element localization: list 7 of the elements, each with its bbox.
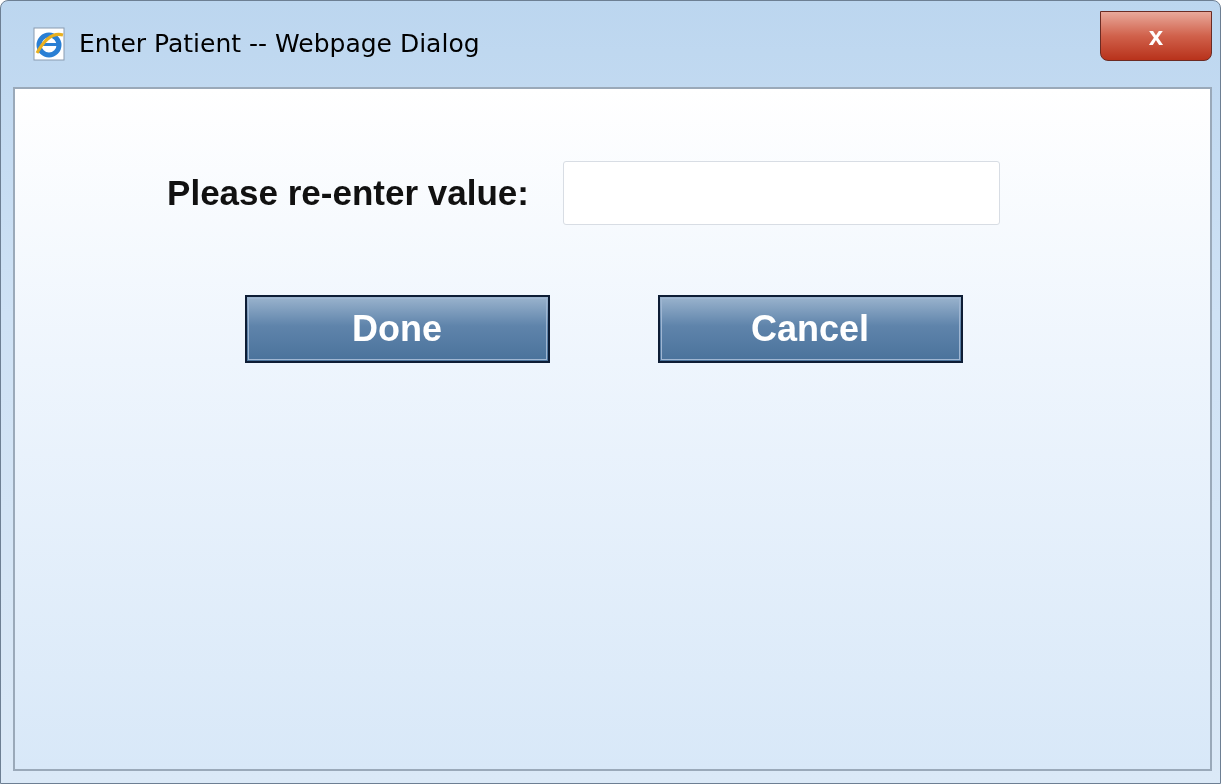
field-label: Please re-enter value: — [167, 171, 529, 214]
cancel-button[interactable]: Cancel — [657, 295, 963, 363]
close-button[interactable]: x — [1100, 11, 1212, 61]
window-title: Enter Patient -- Webpage Dialog — [79, 28, 480, 61]
browser-icon — [33, 27, 65, 61]
done-button[interactable]: Done — [244, 295, 550, 363]
input-field[interactable] — [562, 161, 1000, 225]
